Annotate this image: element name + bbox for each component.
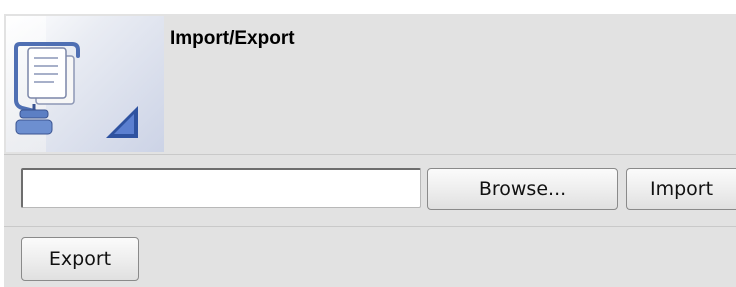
import-export-panel: Import/Export Browse... Import Export xyxy=(4,14,736,287)
import-button[interactable]: Import xyxy=(626,168,736,210)
import-file-field[interactable] xyxy=(21,168,421,208)
export-button[interactable]: Export xyxy=(21,237,139,281)
browse-button[interactable]: Browse... xyxy=(427,168,618,210)
panel-header: Import/Export xyxy=(4,14,736,152)
import-export-icon xyxy=(6,16,164,152)
import-divider xyxy=(4,226,736,227)
header-divider xyxy=(4,154,736,155)
panel-title: Import/Export xyxy=(170,28,295,49)
